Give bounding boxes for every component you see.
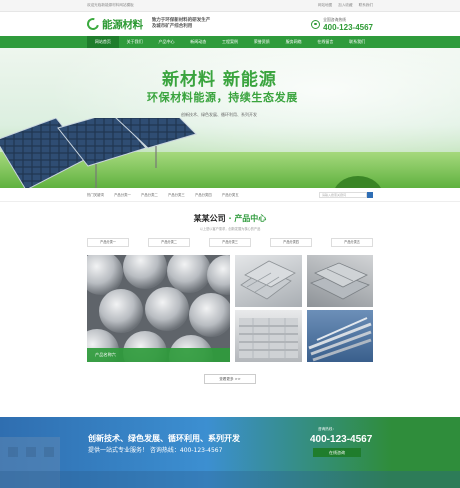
- nav-home[interactable]: 网站首页: [87, 36, 119, 48]
- category-tab-4[interactable]: 产品分类四: [270, 238, 312, 247]
- product-card-2[interactable]: [235, 255, 302, 307]
- nav-network[interactable]: 服务网络: [278, 36, 310, 48]
- logo-text: 能源材料: [102, 18, 143, 31]
- hot-keywords-label: 热门关键词: [87, 193, 104, 197]
- more-button[interactable]: 查看更多 >>: [204, 374, 256, 384]
- product-caption: 产品名称六: [95, 352, 116, 357]
- banner-tel: 400-123-4567: [310, 434, 373, 445]
- keyword-bar: 热门关键词 产品分类一 产品分类二 产品分类三 产品分类四 产品分类五 请输入搜…: [0, 188, 460, 202]
- favorite-link[interactable]: 加入收藏: [338, 0, 352, 11]
- factory-image: [0, 437, 460, 488]
- header: 能源材料 致力于环保新材料的研发生产及城市矿产综合利用 全国咨询热线 400-1…: [0, 12, 460, 36]
- product-card-5[interactable]: [307, 310, 373, 362]
- product-card-4[interactable]: [235, 310, 302, 362]
- nav-honors[interactable]: 荣誉资质: [246, 36, 278, 48]
- main-nav: 网站首页 关于我们 产品中心 新闻动态 工程案例 荣誉资质 服务网络 在线留言 …: [0, 36, 460, 48]
- metal-tubes-image: [308, 317, 372, 362]
- phone-icon: [311, 19, 321, 29]
- search-input[interactable]: 请输入搜索关键词: [319, 191, 367, 198]
- logo-icon: [84, 15, 102, 33]
- ingot-stack-image: [310, 262, 370, 300]
- stacked-bars-image: [239, 318, 298, 358]
- hotline-number: 400-123-4567: [323, 22, 373, 32]
- nav-cases[interactable]: 工程案例: [214, 36, 246, 48]
- nav-products[interactable]: 产品中心: [151, 36, 183, 48]
- keyword-link[interactable]: 产品分类四: [195, 192, 212, 197]
- nav-message[interactable]: 在线留言: [309, 36, 341, 48]
- section-subtitle: 以上是以客户需求，创新发展为核心的产品: [199, 227, 261, 231]
- online-consult-button[interactable]: 在线咨询: [313, 448, 361, 457]
- nav-news[interactable]: 新闻动态: [182, 36, 214, 48]
- category-tab-2[interactable]: 产品分类二: [148, 238, 190, 247]
- banner-subline: 提供一站式专业服务！ 咨询热线：400-123-4567: [88, 447, 223, 454]
- product-grid: 产品名称六: [87, 255, 373, 365]
- category-tab-3[interactable]: 产品分类三: [209, 238, 251, 247]
- contact-link[interactable]: 联系我们: [359, 0, 373, 11]
- search-button[interactable]: [367, 191, 373, 198]
- slogan: 致力于环保新材料的研发生产及城市矿产综合利用: [151, 18, 211, 29]
- hotline: 全国咨询热线 400-123-4567: [311, 17, 373, 32]
- sitemap-link[interactable]: 网站地图: [318, 0, 332, 11]
- product-card-3[interactable]: [307, 255, 373, 307]
- nav-contact[interactable]: 联系我们: [341, 36, 373, 48]
- category-tabs: 产品分类一 产品分类二 产品分类三 产品分类四 产品分类五: [0, 238, 460, 247]
- keyword-link[interactable]: 产品分类二: [141, 192, 158, 197]
- hero-subtitle: 环保材料能源，持续生态发展: [147, 91, 298, 104]
- category-tab-1[interactable]: 产品分类一: [87, 238, 129, 247]
- banner-tel-label: 咨询热线：: [318, 427, 336, 431]
- top-bar: 欢迎光临新能源材料网站模板 网站地图 加入收藏 联系我们: [0, 0, 460, 12]
- products-title: 产品中心: [234, 214, 267, 223]
- hero-banner: 新材料 新能源 环保材料能源，持续生态发展 创新技术、绿色发展、循环利用、系列开…: [0, 48, 460, 188]
- hero-desc: 创新技术、绿色发展、循环利用、系列开发: [181, 112, 257, 117]
- section-header: 某某公司 · 产品中心 以上是以客户需求，创新发展为核心的产品: [0, 213, 460, 231]
- metal-rods-image: [87, 255, 230, 362]
- banner-headline: 创新技术、绿色发展、循环利用、系列开发: [88, 434, 240, 443]
- search-box: 请输入搜索关键词: [319, 191, 373, 198]
- welcome-text: 欢迎光临新能源材料网站模板: [87, 3, 134, 7]
- keyword-link[interactable]: 产品分类五: [222, 192, 239, 197]
- logo[interactable]: 能源材料 致力于环保新材料的研发生产及城市矿产综合利用: [84, 15, 214, 33]
- title-dot: ·: [228, 214, 232, 223]
- keyword-link[interactable]: 产品分类一: [114, 192, 131, 197]
- company-name: 某某公司: [193, 214, 226, 223]
- hero-title: 新材料 新能源: [162, 70, 277, 90]
- contact-banner: 创新技术、绿色发展、循环利用、系列开发 提供一站式专业服务！ 咨询热线：400-…: [0, 417, 460, 488]
- keyword-link[interactable]: 产品分类三: [168, 192, 185, 197]
- product-card-large[interactable]: 产品名称六: [87, 255, 230, 362]
- section-title: 某某公司 · 产品中心: [0, 213, 460, 224]
- nav-about[interactable]: 关于我们: [119, 36, 151, 48]
- aluminum-ingots-image: [240, 260, 296, 300]
- solar-panel-image: [0, 118, 197, 188]
- category-tab-5[interactable]: 产品分类五: [331, 238, 373, 247]
